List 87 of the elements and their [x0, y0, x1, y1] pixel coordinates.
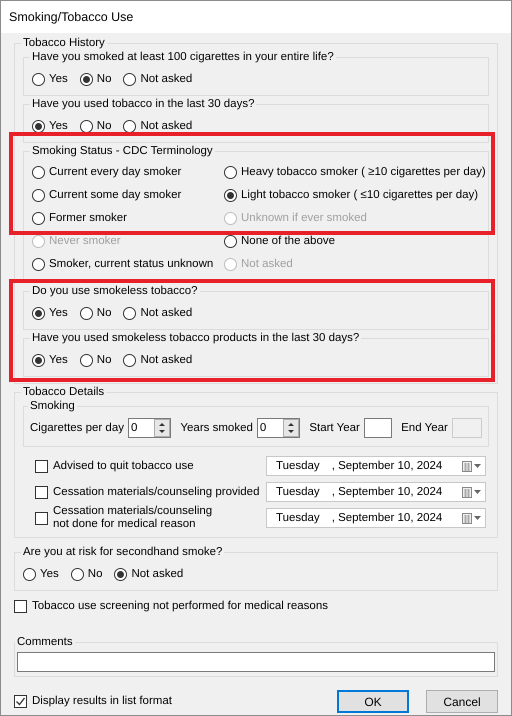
radio-button[interactable]	[224, 235, 237, 248]
cancel-button[interactable]: Cancel	[426, 690, 498, 713]
radio-label: Yes	[49, 118, 68, 134]
radio-button[interactable]	[114, 568, 128, 580]
radio-label: Former smoker	[49, 211, 127, 226]
radio-button[interactable]	[123, 72, 136, 86]
checkbox-label: Tobacco use screening not performed for medical reasons	[32, 599, 328, 614]
radio-label: Not asked	[241, 257, 293, 272]
radio-button[interactable]	[23, 568, 36, 580]
radio-label: Not asked	[140, 352, 192, 368]
radio-label: Yes	[49, 306, 68, 320]
calendar-icon	[462, 512, 472, 524]
group-title: Smoking Status - CDC Terminology	[30, 144, 215, 159]
checkbox[interactable]	[35, 460, 48, 472]
radio-label: Smoker, current status unknown	[49, 257, 214, 272]
field-label: Start Year	[309, 420, 360, 436]
radio-button[interactable]	[123, 306, 136, 320]
question-label: Do you use smokeless tobacco?	[30, 284, 200, 299]
question-label: Have you used smokeless tobacco products in the last 30 days?	[30, 331, 362, 346]
checkbox[interactable]	[35, 512, 48, 524]
radio-label: No	[88, 566, 102, 582]
radio-label: Not asked	[140, 306, 192, 320]
question-label: Have you used tobacco in the last 30 days?	[30, 97, 256, 112]
radio-label: Yes	[49, 72, 68, 86]
checkbox[interactable]	[14, 600, 27, 613]
field-label: Cigarettes per day	[30, 420, 124, 436]
radio-label: Yes	[40, 566, 59, 582]
radio-label: No	[96, 118, 112, 134]
field-label: Years smoked	[180, 420, 253, 436]
date-picker[interactable]: Tuesday , September 10, 2024	[266, 482, 486, 502]
radio-label: Current some day smoker	[49, 188, 182, 203]
radio-button[interactable]	[32, 72, 45, 86]
checkbox[interactable]	[35, 486, 48, 498]
radio-button[interactable]	[70, 568, 84, 580]
question-label: Are you at risk for secondhand smoke?	[21, 545, 224, 560]
radio-button[interactable]	[32, 258, 45, 271]
date-picker[interactable]: Tuesday , September 10, 2024	[266, 456, 486, 476]
radio-button[interactable]	[32, 354, 45, 366]
radio-label: None of the above	[241, 234, 335, 249]
checkbox-label: Advised to quit tobacco use	[53, 460, 195, 472]
radio-button[interactable]	[80, 120, 93, 132]
field-label: End Year	[401, 420, 448, 436]
radio-label: Yes	[49, 352, 68, 368]
radio-button[interactable]	[80, 72, 93, 86]
date-picker[interactable]: Tuesday , September 10, 2024	[266, 508, 486, 528]
calendar-icon	[462, 486, 472, 498]
radio-button[interactable]	[224, 189, 237, 202]
radio-button[interactable]	[123, 354, 136, 366]
spin-arrows-icon[interactable]	[154, 419, 170, 437]
radio-label: Not asked	[140, 72, 192, 86]
caret-icon	[474, 516, 481, 520]
radio-button[interactable]	[80, 354, 93, 366]
radio-button[interactable]	[32, 166, 45, 179]
radio-label: No	[96, 352, 112, 368]
checkbox-label: Cessation materials/counseling provided	[53, 486, 260, 498]
checkbox-label: Display results in list format	[32, 694, 172, 709]
caret-icon	[474, 464, 481, 468]
radio-label: Heavy tobacco smoker ( ≥10 cigarettes per day)	[241, 165, 486, 180]
radio-label: Light tobacco smoker ( ≤10 cigarettes per day)	[241, 188, 478, 203]
group-title: Smoking	[28, 399, 77, 414]
question-label: Have you smoked at least 100 cigarettes in your entire life?	[30, 50, 336, 65]
calendar-icon	[462, 460, 472, 472]
comments-field[interactable]	[17, 652, 495, 672]
spin-arrows-icon[interactable]	[283, 419, 300, 437]
radio-button[interactable]	[32, 120, 45, 132]
year-field[interactable]	[364, 418, 392, 438]
window-title: Smoking/Tobacco Use	[9, 10, 134, 24]
checkbox[interactable]	[14, 695, 27, 708]
checkbox-label: Cessation materials/counseling not done for medical reason	[53, 505, 214, 531]
number-spinner[interactable]: 0	[256, 418, 300, 438]
radio-label: Current every day smoker	[49, 165, 182, 180]
ok-button[interactable]: OK	[337, 690, 409, 713]
radio-label: No	[96, 306, 112, 320]
number-spinner[interactable]: 0	[128, 418, 172, 438]
radio-label: Not asked	[140, 118, 192, 134]
radio-label: Never smoker	[49, 234, 121, 249]
radio-button[interactable]	[123, 120, 136, 132]
group-title: Tobacco History	[21, 36, 107, 51]
caret-icon	[474, 490, 481, 494]
radio-label: No	[96, 72, 112, 86]
radio-button[interactable]	[80, 306, 93, 320]
radio-button[interactable]	[32, 212, 45, 225]
radio-label: Not asked	[131, 566, 184, 582]
radio-button[interactable]	[224, 166, 237, 179]
radio-label: Unknown if ever smoked	[241, 211, 367, 226]
radio-button[interactable]	[32, 306, 45, 320]
radio-button[interactable]	[32, 189, 45, 202]
